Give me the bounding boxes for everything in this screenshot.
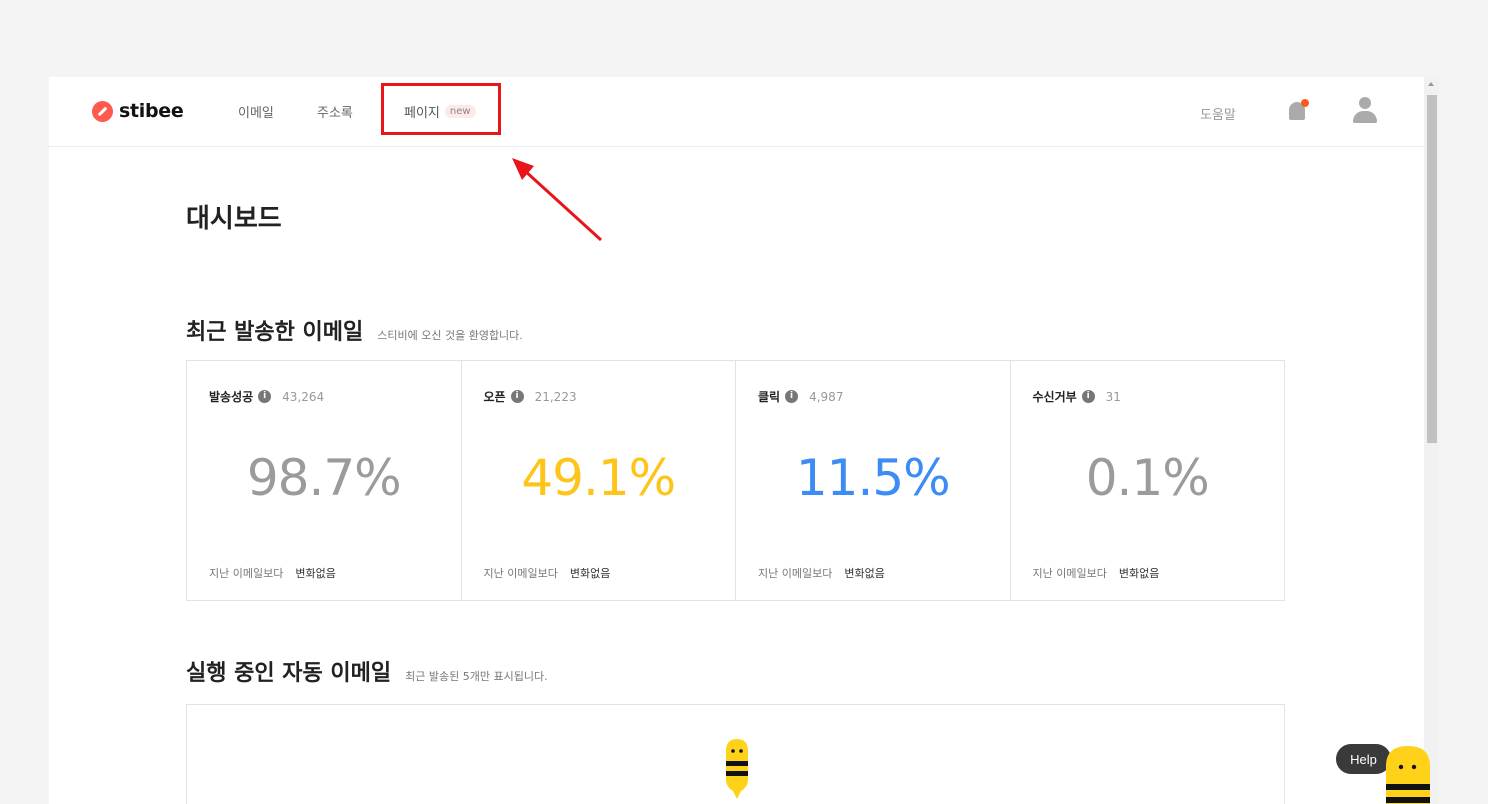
section-title: 실행 중인 자동 이메일 [186, 661, 392, 686]
user-profile-icon[interactable] [1352, 97, 1378, 125]
stat-compare-label: 지난 이메일보다 [209, 567, 284, 580]
stat-card-open[interactable]: 오픈 i 21,223 49.1% 지난 이메일보다 변화없음 [462, 361, 736, 600]
top-navigation: stibee 이메일 주소록 페이지 new 도움말 [49, 77, 1424, 147]
stat-value: 0.1% [1085, 449, 1210, 507]
stat-label: 오픈 [483, 390, 506, 404]
section-subtitle: 최근 발송된 5개만 표시됩니다. [405, 670, 548, 683]
help-widget[interactable]: Help [1336, 742, 1436, 804]
recent-email-header: 최근 발송한 이메일 스티비에 오신 것을 환영합니다. [186, 314, 523, 346]
info-icon[interactable]: i [510, 390, 524, 403]
notification-dot [1301, 99, 1309, 107]
stibee-logo[interactable]: stibee [92, 99, 184, 123]
scroll-up-arrow-icon[interactable] [1428, 82, 1434, 86]
scroll-thumb[interactable] [1427, 95, 1437, 443]
stat-compare-label: 지난 이메일보다 [1032, 567, 1107, 580]
info-icon[interactable]: i [1081, 390, 1095, 403]
stat-compare-label: 지난 이메일보다 [758, 567, 833, 580]
stat-label: 발송성공 [209, 390, 254, 404]
info-icon[interactable]: i [258, 390, 272, 403]
stat-value: 11.5% [795, 449, 951, 507]
stat-count: 21,223 [534, 389, 577, 404]
auto-email-header: 실행 중인 자동 이메일 최근 발송된 5개만 표시됩니다. [186, 655, 548, 687]
stibee-logo-icon [92, 100, 113, 122]
info-icon[interactable]: i [785, 390, 799, 403]
stat-card-delivered[interactable]: 발송성공 i 43,264 98.7% 지난 이메일보다 변화없음 [187, 361, 462, 600]
auto-email-panel [186, 704, 1285, 804]
stat-count: 4,987 [809, 389, 844, 404]
section-subtitle: 스티비에 오신 것을 환영합니다. [377, 329, 523, 342]
stat-compare-label: 지난 이메일보다 [483, 567, 558, 580]
stat-count: 43,264 [282, 389, 325, 404]
section-title: 최근 발송한 이메일 [186, 320, 364, 345]
app-window: stibee 이메일 주소록 페이지 new 도움말 대시보드 최근 발송한 이… [49, 77, 1439, 804]
logo-text: stibee [119, 100, 184, 122]
help-link[interactable]: 도움말 [1200, 104, 1236, 123]
stat-label: 수신거부 [1032, 390, 1077, 404]
stat-change: 변화없음 [1118, 567, 1160, 580]
page-title: 대시보드 [186, 204, 282, 234]
vertical-scrollbar[interactable] [1424, 77, 1439, 804]
stat-card-click[interactable]: 클릭 i 4,987 11.5% 지난 이메일보다 변화없음 [736, 361, 1011, 600]
stat-value: 49.1% [521, 449, 676, 507]
help-bubble[interactable]: Help [1336, 744, 1391, 774]
nav-item-address-book[interactable]: 주소록 [317, 102, 353, 121]
stat-card-unsubscribe[interactable]: 수신거부 i 31 0.1% 지난 이메일보다 변화없음 [1011, 361, 1285, 600]
stat-change: 변화없음 [295, 567, 336, 580]
nav-item-email[interactable]: 이메일 [238, 102, 274, 121]
notification-bell-icon[interactable] [1287, 99, 1309, 125]
bee-mascot-icon [726, 739, 748, 799]
stat-label: 클릭 [758, 390, 781, 404]
highlight-annotation-box [381, 83, 501, 135]
stat-count: 31 [1105, 389, 1121, 404]
stats-panel: 발송성공 i 43,264 98.7% 지난 이메일보다 변화없음 오픈 i 2… [186, 360, 1285, 601]
stat-change: 변화없음 [569, 567, 611, 580]
stat-change: 변화없음 [844, 567, 885, 580]
stat-value: 98.7% [246, 449, 402, 507]
help-bee-icon[interactable] [1384, 744, 1432, 804]
